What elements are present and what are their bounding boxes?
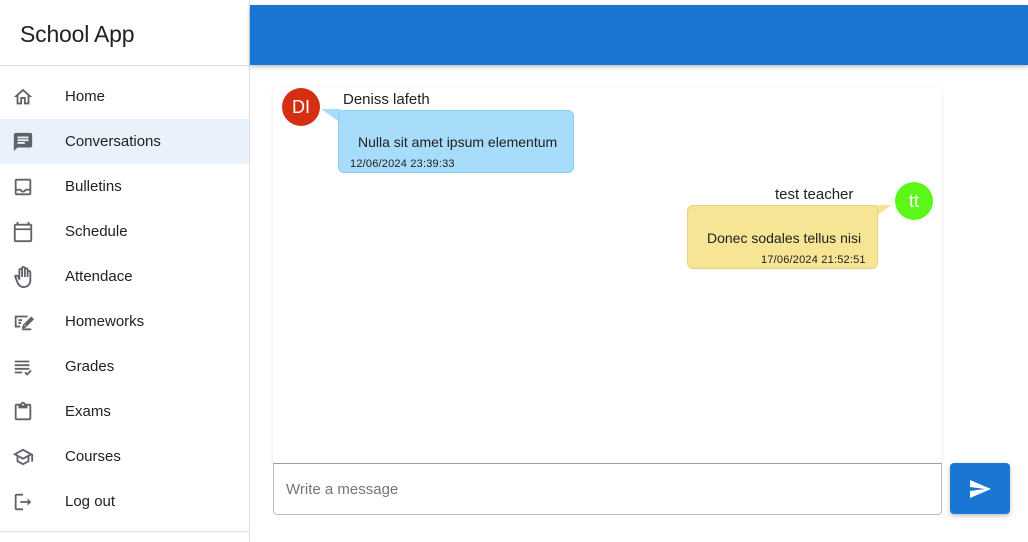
send-icon: [968, 477, 992, 501]
sidebar-item-label: Bulletins: [65, 178, 122, 195]
message-input-box: [273, 463, 942, 515]
avatar-initials: DI: [292, 96, 310, 117]
sidebar-item-label: Attendace: [65, 268, 133, 285]
chat-icon: [11, 130, 35, 154]
sidebar-item-label: Courses: [65, 448, 121, 465]
clipboard-icon: [11, 400, 35, 424]
sidebar-nav: Home Conversations Bulletins Schedule At…: [0, 74, 249, 524]
sidebar-item-conversations[interactable]: Conversations: [0, 119, 249, 164]
message-input[interactable]: [274, 464, 941, 514]
message-text: Donec sodales tellus nisi: [707, 230, 862, 246]
logout-icon: [11, 490, 35, 514]
hand-icon: [11, 265, 35, 289]
avatar: DI: [282, 88, 320, 126]
sidebar-item-attendance[interactable]: Attendace: [0, 254, 249, 299]
sidebar-item-homeworks[interactable]: Homeworks: [0, 299, 249, 344]
sidebar-item-label: Log out: [65, 493, 116, 510]
sidebar-item-courses[interactable]: Courses: [0, 434, 249, 479]
message-bubble: Donec sodales tellus nisi 17/06/2024 21:…: [687, 205, 878, 269]
avatar: tt: [895, 182, 933, 220]
sidebar-item-grades[interactable]: Grades: [0, 344, 249, 389]
message-timestamp: 17/06/2024 21:52:51: [761, 254, 866, 266]
sidebar-item-home[interactable]: Home: [0, 74, 249, 119]
sidebar-item-schedule[interactable]: Schedule: [0, 209, 249, 254]
send-button[interactable]: [950, 463, 1010, 514]
inbox-icon: [11, 175, 35, 199]
sidebar-item-logout[interactable]: Log out: [0, 479, 249, 524]
message-bubble: Nulla sit amet ipsum elementum 12/06/202…: [338, 110, 574, 173]
sidebar-item-label: Conversations: [65, 133, 161, 150]
conversation-panel: DI Deniss lafeth Nulla sit amet ipsum el…: [273, 88, 942, 463]
sidebar-divider: [0, 531, 249, 532]
message-text: Nulla sit amet ipsum elementum: [358, 134, 558, 150]
homework-icon: [11, 310, 35, 334]
sidebar-item-label: Grades: [65, 358, 115, 375]
message-timestamp: 12/06/2024 23:39:33: [350, 158, 455, 170]
sidebar-item-bulletins[interactable]: Bulletins: [0, 164, 249, 209]
avatar-initials: tt: [908, 190, 919, 211]
sidebar: School App Home Conversations Bulletins: [0, 0, 250, 542]
grades-list-icon: [11, 355, 35, 379]
home-icon: [11, 85, 35, 109]
sidebar-item-exams[interactable]: Exams: [0, 389, 249, 434]
sidebar-header: School App: [0, 0, 249, 66]
app-title: School App: [20, 21, 135, 47]
sidebar-item-label: Schedule: [65, 223, 128, 240]
app-root: School App Home Conversations Bulletins: [0, 0, 1028, 542]
school-icon: [11, 445, 35, 469]
calendar-icon: [11, 220, 35, 244]
sidebar-item-label: Exams: [65, 403, 111, 420]
top-app-bar: [250, 5, 1028, 65]
sender-name: test teacher: [775, 186, 854, 203]
sender-name: Deniss lafeth: [343, 91, 430, 108]
sidebar-item-label: Homeworks: [65, 313, 145, 330]
sidebar-item-label: Home: [65, 88, 106, 105]
